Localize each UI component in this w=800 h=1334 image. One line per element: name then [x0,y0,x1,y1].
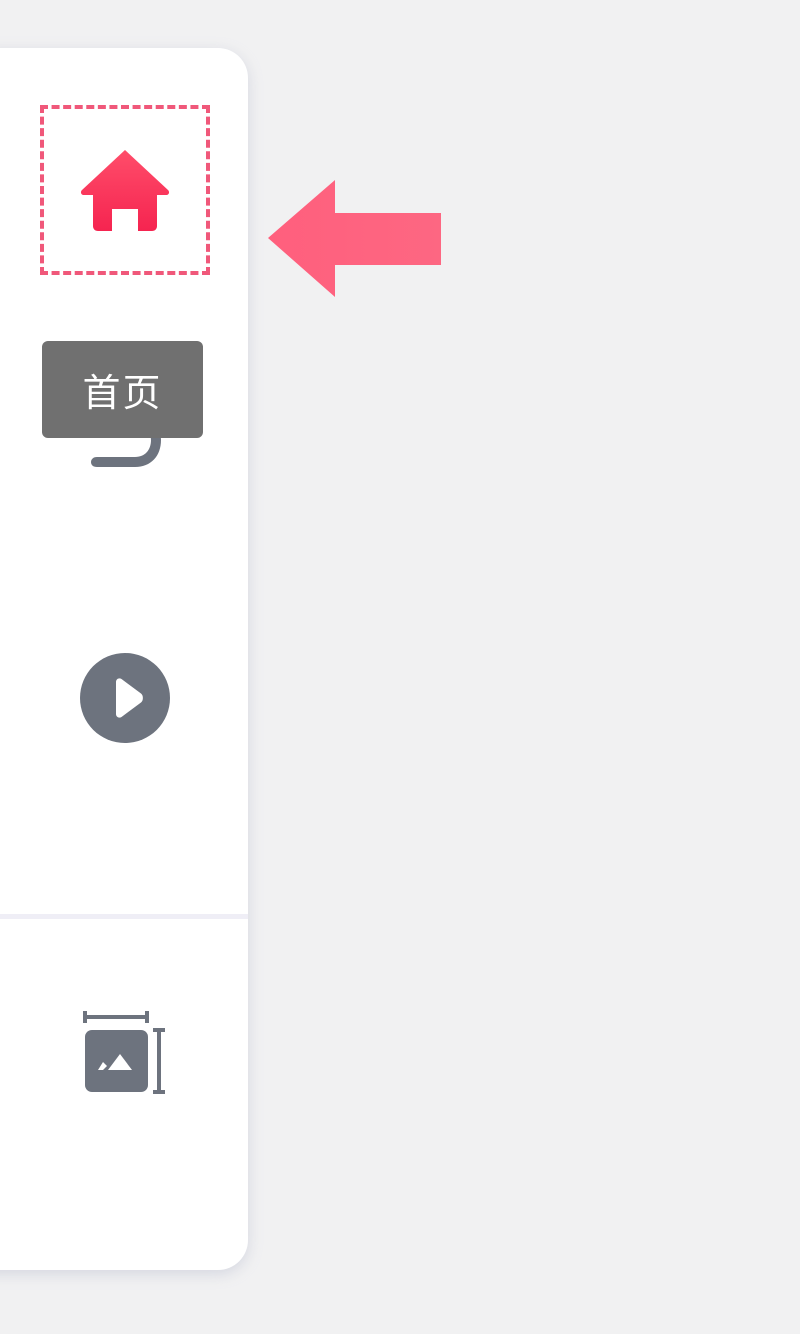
home-button[interactable] [40,105,210,275]
pointer-arrow-icon [268,180,441,297]
play-circle-icon [80,652,170,743]
play-button[interactable] [40,650,210,745]
image-fit-size-icon [83,1011,165,1094]
sidebar-divider [0,914,248,919]
fit-size-button[interactable] [40,1008,210,1096]
home-icon [80,150,170,231]
home-tooltip: 首页 [42,341,203,438]
screen: 首页 [0,0,800,1334]
